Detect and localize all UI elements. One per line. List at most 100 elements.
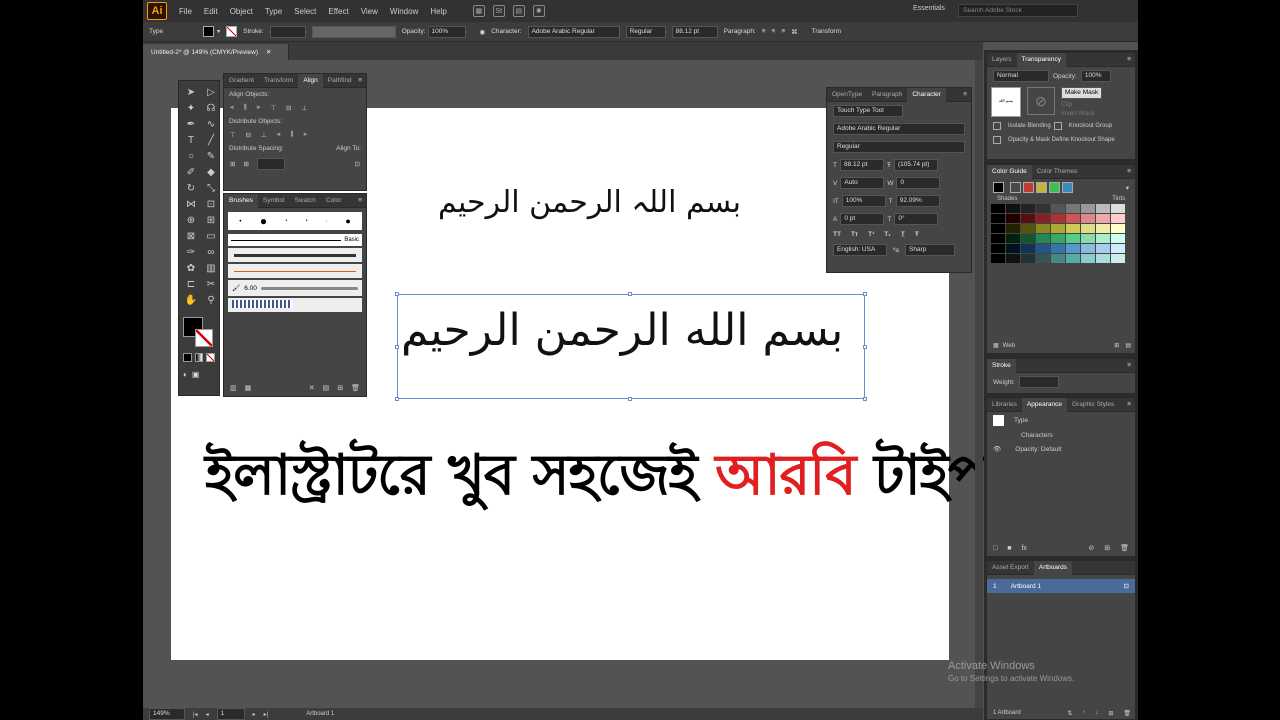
char-language[interactable]: English: USA: [833, 244, 887, 256]
tab-pathfinder[interactable]: Pathfind: [323, 74, 357, 88]
selection-handle[interactable]: [628, 397, 632, 401]
align-left-icon[interactable]: ≡: [762, 28, 766, 35]
pen-tool-icon[interactable]: ✒: [184, 117, 198, 131]
add-stroke-icon[interactable]: □: [993, 545, 997, 552]
perspective-tool-icon[interactable]: ⊞: [204, 213, 218, 227]
stroke-panel-title[interactable]: Stroke: [987, 358, 1016, 373]
transliteration-text[interactable]: بسم اللہ الرحمن الرحيم: [438, 185, 741, 220]
selection-handle[interactable]: [863, 397, 867, 401]
align-center-icon[interactable]: ≡: [772, 28, 776, 35]
panel-menu-icon[interactable]: ≡: [1127, 401, 1135, 408]
bridge-icon[interactable]: ▦: [472, 5, 485, 17]
char-font-style[interactable]: Regular: [833, 141, 965, 153]
line-tool-icon[interactable]: ╱: [204, 133, 218, 147]
document-tab[interactable]: Untitled-2* @ 149% (CMYK/Preview) ✕: [143, 44, 289, 60]
stroke-color-swatch[interactable]: [195, 329, 213, 347]
new-brush-icon[interactable]: ⊞: [337, 384, 343, 392]
add-fill-icon[interactable]: ■: [1007, 545, 1011, 552]
next-artboard-icon[interactable]: ▸: [253, 711, 256, 718]
harmony-swatch[interactable]: [1010, 182, 1021, 193]
curvature-tool-icon[interactable]: ∿: [204, 117, 218, 131]
tab-libraries[interactable]: Libraries: [987, 398, 1022, 412]
spacing-field[interactable]: [256, 158, 285, 170]
menu-window[interactable]: Window: [384, 7, 424, 16]
brush-dot[interactable]: •: [326, 219, 327, 223]
brush-arrow[interactable]: [228, 264, 362, 278]
menu-view[interactable]: View: [355, 7, 384, 16]
align-to-icon[interactable]: ⊡: [355, 160, 360, 168]
lasso-tool-icon[interactable]: ☊: [204, 101, 218, 115]
move-down-icon[interactable]: ↓: [1095, 710, 1098, 717]
canvas-vertical-scrollbar[interactable]: [975, 60, 983, 708]
align-left-edge-icon[interactable]: ⫷: [230, 104, 234, 112]
font-size-field[interactable]: 88.12 pt: [671, 25, 718, 38]
fill-stroke-widget[interactable]: [183, 317, 219, 347]
align-top-icon[interactable]: ⊤: [270, 104, 276, 112]
last-artboard-icon[interactable]: ▸|: [264, 711, 269, 718]
libraries-icon[interactable]: ▦: [245, 384, 252, 392]
eyedropper-tool-icon[interactable]: ✑: [184, 245, 198, 259]
base-color-swatch[interactable]: [993, 182, 1004, 193]
harmony-rules-dropdown-icon[interactable]: ▾: [1126, 184, 1129, 192]
tab-paragraph[interactable]: Paragraph: [867, 88, 907, 102]
panel-menu-icon[interactable]: ≡: [1127, 168, 1135, 175]
prev-artboard-icon[interactable]: ◂: [206, 711, 209, 718]
delete-artboard-icon[interactable]: 🗑: [1123, 710, 1131, 717]
brush-basic[interactable]: Basic: [228, 234, 362, 246]
panel-menu-icon[interactable]: ≡: [963, 91, 971, 98]
width-tool-icon[interactable]: ⋈: [184, 197, 198, 211]
stroke-swatch[interactable]: [226, 26, 238, 37]
dist-left-icon[interactable]: ⫷: [277, 131, 281, 139]
magic-wand-tool-icon[interactable]: ✦: [184, 101, 198, 115]
tab-color-themes[interactable]: Color Themes: [1032, 165, 1083, 179]
char-size[interactable]: 88.12 pt: [839, 159, 884, 171]
duplicate-item-icon[interactable]: ⊞: [1104, 544, 1110, 552]
align-vcenter-icon[interactable]: ⊟: [286, 104, 291, 112]
tab-opentype[interactable]: OpenType: [827, 88, 867, 102]
zoom-tool-icon[interactable]: ⚲: [204, 293, 218, 307]
panel-menu-icon[interactable]: ≡: [1127, 362, 1135, 369]
knockout-group-checkbox[interactable]: [1053, 122, 1062, 130]
invert-mask-checkbox[interactable]: Invert Mask: [1061, 110, 1102, 117]
gradient-tool-icon[interactable]: ▭: [204, 229, 218, 243]
align-bottom-icon[interactable]: ⊥: [301, 104, 307, 112]
char-vscale[interactable]: 100%: [841, 195, 886, 207]
char-rotation[interactable]: 0°: [894, 213, 939, 225]
tab-transparency[interactable]: Transparency: [1016, 52, 1067, 67]
stroke-weight-input[interactable]: [1018, 376, 1059, 388]
fill-swatch[interactable]: ▾: [203, 26, 220, 37]
dist-bottom-icon[interactable]: ⊥: [261, 131, 267, 139]
symbol-sprayer-tool-icon[interactable]: ✿: [184, 261, 198, 275]
isolate-blending-checkbox[interactable]: [993, 122, 1001, 130]
tab-appearance[interactable]: Appearance: [1021, 397, 1067, 412]
gpu-icon[interactable]: ✺: [532, 5, 545, 17]
selection-handle[interactable]: [863, 345, 867, 349]
opacity-field[interactable]: 100%: [427, 25, 466, 38]
save-group-icon[interactable]: ▤: [1125, 342, 1131, 349]
align-right-edge-icon[interactable]: ⫸: [257, 104, 261, 112]
type-tool-icon[interactable]: T: [184, 133, 198, 147]
appearance-characters[interactable]: Characters: [1021, 432, 1053, 439]
first-artboard-icon[interactable]: |◂: [193, 711, 198, 718]
panel-menu-icon[interactable]: ≡: [358, 77, 366, 84]
harmony-swatch[interactable]: [1036, 182, 1047, 193]
strikethrough-icon[interactable]: Ŧ: [915, 231, 919, 238]
direct-selection-tool-icon[interactable]: ▷: [204, 85, 218, 99]
char-tracking[interactable]: 0: [896, 177, 941, 189]
tab-layers[interactable]: Layers: [987, 53, 1017, 67]
tab-symbols[interactable]: Symbol: [258, 194, 290, 208]
slice-tool-icon[interactable]: ✂: [204, 277, 218, 291]
brush-dot[interactable]: •: [239, 218, 241, 225]
char-font-family[interactable]: Adobe Arabic Regular: [833, 123, 965, 135]
options-icon[interactable]: ▤: [323, 384, 330, 392]
dist-hcenter-icon[interactable]: ⫼: [290, 131, 293, 139]
artboard-tool-icon[interactable]: ⊏: [184, 277, 198, 291]
panel-menu-icon[interactable]: ≡: [358, 197, 366, 204]
brush-library-icon[interactable]: ▥: [230, 384, 237, 392]
edit-colors-icon[interactable]: ⊞: [1114, 342, 1119, 349]
menu-edit[interactable]: Edit: [198, 7, 224, 16]
scale-tool-icon[interactable]: ⤡: [204, 181, 218, 195]
brush-dot[interactable]: ●: [260, 214, 267, 228]
menu-type[interactable]: Type: [259, 7, 288, 16]
subscript-icon[interactable]: T₁: [884, 231, 891, 238]
